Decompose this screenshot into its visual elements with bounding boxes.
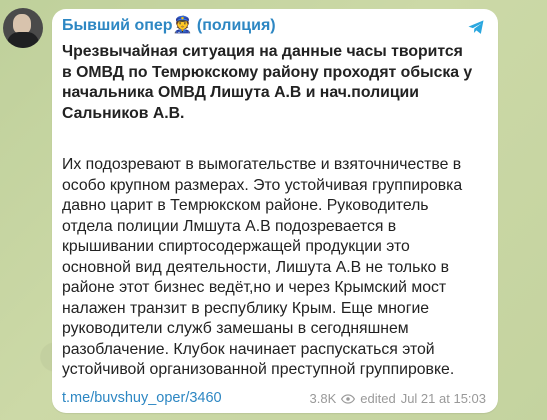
avatar[interactable] xyxy=(3,8,43,48)
message-meta: 3.8K edited Jul 21 at 15:03 xyxy=(310,391,486,406)
views-count: 3.8K xyxy=(309,391,337,406)
avatar-face xyxy=(13,14,31,34)
post-headline: Чрезвычайная ситуация на данные часы тво… xyxy=(62,43,473,122)
edited-label: edited xyxy=(360,391,396,406)
share-icon[interactable] xyxy=(466,17,486,37)
eye-icon xyxy=(341,393,356,404)
message-timestamp: Jul 21 at 15:03 xyxy=(400,391,486,406)
post-body: Их подозревают в вымогательстве и взяточ… xyxy=(62,156,463,378)
post-link[interactable]: t.me/buvshuy_oper/3460 xyxy=(62,390,222,406)
sender-name[interactable]: Бывший опер👮 (полиция) xyxy=(62,15,276,35)
message-bubble: Бывший опер👮 (полиция) Чрезвычайная ситу… xyxy=(52,9,498,413)
avatar-body xyxy=(7,32,39,48)
